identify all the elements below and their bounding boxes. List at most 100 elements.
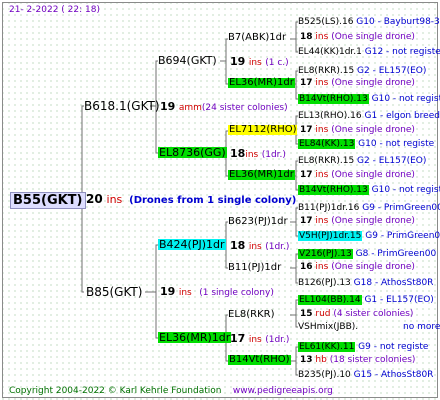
gen5-name: B11(PJ)1dr.16 bbox=[298, 203, 360, 213]
dam-ins: ins bbox=[178, 288, 192, 298]
ins-label: ins bbox=[245, 150, 259, 160]
gen5-name: EL13(RHO).16 bbox=[298, 111, 362, 121]
gen5-item[interactable]: B14Vt(RHO).13 G10 - not registe bbox=[298, 185, 440, 195]
dam-node[interactable]: B85(GKT) bbox=[86, 286, 142, 298]
gen-number: 18 bbox=[230, 239, 246, 252]
gen5-item[interactable]: B126(PJ).13 G18 - AthosSt80R bbox=[298, 279, 433, 288]
gen5-note: no more bbox=[403, 322, 440, 332]
gen5-note: G1 - EL157(EO) bbox=[364, 295, 434, 305]
dam-gen: 19 bbox=[160, 285, 176, 298]
gen-number: 18 bbox=[230, 147, 246, 160]
dam-gen-info: 19 ins (1 single colony) bbox=[160, 286, 274, 298]
ins-label: ins bbox=[315, 170, 329, 180]
sire-node[interactable]: B618.1(GKT) bbox=[84, 100, 160, 112]
gen5-name: EL84(KK).13 bbox=[298, 139, 356, 149]
gen5-item[interactable]: B14Vt(RHO).13 G10 - not registe bbox=[298, 94, 440, 104]
gen5-name: V5H(PJ)1dr.15 bbox=[298, 231, 363, 241]
ins-label: ins bbox=[248, 242, 262, 252]
gen4-info: 16 ins (One single drone) bbox=[300, 263, 415, 272]
gen5-name: EL8(RKR).15 bbox=[298, 156, 355, 166]
gen5-note: G2 - EL157(EO) bbox=[357, 66, 427, 76]
gen5-note: G18 - AthosSt80R bbox=[353, 278, 434, 288]
gen3-info: 17 ins (1dr.) bbox=[230, 333, 289, 345]
ins-label: ins bbox=[315, 125, 329, 135]
gen4-node[interactable]: EL36(MR)1dr bbox=[228, 170, 295, 180]
sire-amm: amm bbox=[178, 103, 202, 113]
colony-note: (One single drone) bbox=[331, 216, 415, 226]
colony-note: (1dr.) bbox=[261, 150, 286, 160]
gen5-item[interactable]: EL8(RKR).15 G2 - EL157(EO) bbox=[298, 67, 426, 76]
gen3-node[interactable]: B424(PJ)1dr bbox=[158, 239, 226, 250]
gen5-name: B235(PJ).10 bbox=[298, 370, 351, 380]
gen3-node[interactable]: EL8736(GG) bbox=[158, 147, 227, 158]
gen5-item[interactable]: B235(PJ).10 G15 - AthosSt80R bbox=[298, 371, 433, 380]
gen4-node[interactable]: B11(PJ)1dr bbox=[228, 263, 281, 273]
gen5-name: V216(PJ).13 bbox=[298, 249, 353, 259]
gen5-note: G9 - PrimGreen00 bbox=[362, 203, 440, 213]
gen5-item[interactable]: V216(PJ).13 G8 - PrimGreen00 bbox=[298, 249, 436, 259]
gen-number: 15 bbox=[300, 309, 313, 319]
gen5-note: G9 - not registe bbox=[358, 342, 429, 352]
gen4-info: 17 ins (One single drone) bbox=[300, 126, 415, 135]
gen5-item[interactable]: EL44(KK)1dr.1 G12 - not registe bbox=[298, 48, 440, 57]
gen5-name: EL44(KK)1dr.1 bbox=[298, 47, 362, 57]
gen5-name: B14Vt(RHO).13 bbox=[298, 94, 369, 104]
gen-number: 18 bbox=[300, 32, 313, 42]
gen5-item[interactable]: EL104(BB).14 G1 - EL157(EO) bbox=[298, 295, 434, 305]
gen5-note: G10 - Bayburt98-3 bbox=[356, 17, 440, 27]
gen5-name: EL61(KK).11 bbox=[298, 342, 356, 352]
copyright: Copyright 2004-2022 © Karl Kehrle Founda… bbox=[9, 387, 333, 396]
gen5-item[interactable]: VSHmix(JBB). no more bbox=[298, 323, 440, 332]
gen4-node[interactable]: B14Vt(RHO) bbox=[228, 355, 291, 365]
colony-note: (4 sister colonies) bbox=[333, 309, 414, 319]
gen5-note: G10 - not registe bbox=[371, 94, 440, 104]
root-gen: 20 bbox=[86, 192, 103, 206]
gen5-name: EL104(BB).14 bbox=[298, 295, 362, 305]
ins-label: ins bbox=[315, 262, 329, 272]
gen4-node[interactable]: B623(PJ)1dr bbox=[228, 217, 288, 227]
sire-note: (24 sister colonies) bbox=[201, 103, 288, 113]
ins-label: ins bbox=[248, 58, 262, 68]
gen4-node[interactable]: EL8(RKR) bbox=[228, 310, 275, 320]
gen5-note: G12 - not registe bbox=[364, 47, 440, 57]
dam-note: (1 single colony) bbox=[199, 288, 274, 298]
site-link[interactable]: www.pedigreeapis.org bbox=[233, 386, 333, 396]
gen5-note: G10 - not registe bbox=[371, 185, 440, 195]
gen4-info: 18 ins (One single drone) bbox=[300, 33, 415, 42]
colony-note: (One single drone) bbox=[331, 78, 415, 88]
colony-note: (One single drone) bbox=[331, 125, 415, 135]
gen4-info: 17 ins (One single drone) bbox=[300, 79, 415, 88]
ins-label: hb bbox=[315, 355, 327, 365]
root-node[interactable]: B55(GKT) bbox=[10, 192, 86, 209]
gen5-item[interactable]: V5H(PJ)1dr.15 G9 - PrimGreen00 bbox=[298, 231, 440, 241]
gen5-item[interactable]: EL8(RKR).15 G2 - EL157(EO) bbox=[298, 157, 426, 166]
root-gen-info: 20 ins (Drones from 1 single colony) bbox=[86, 193, 296, 206]
gen4-node[interactable]: EL36(MR)1dr bbox=[228, 78, 295, 88]
gen4-info: 13 hb (18 sister colonies) bbox=[300, 356, 415, 365]
gen5-note: G1 - elgon breed bbox=[364, 111, 440, 121]
gen5-item[interactable]: EL13(RHO).16 G1 - elgon breed bbox=[298, 112, 440, 121]
date-stamp: 21- 2-2022 ( 22: 18) bbox=[9, 5, 100, 15]
gen5-name: B126(PJ).13 bbox=[298, 278, 351, 288]
colony-note: (18 sister colonies) bbox=[329, 355, 416, 365]
ins-label: rud bbox=[315, 309, 331, 319]
gen3-node[interactable]: B694(GKT) bbox=[158, 55, 217, 66]
gen5-note: G2 - EL157(EO) bbox=[357, 156, 427, 166]
gen5-item[interactable]: EL84(KK).13 G10 - not registe bbox=[298, 139, 434, 149]
root-note: (Drones from 1 single colony) bbox=[129, 195, 297, 206]
colony-note: (One single drone) bbox=[331, 170, 415, 180]
ins-label: ins bbox=[248, 335, 262, 345]
gen4-node[interactable]: B7(ABK)1dr bbox=[228, 33, 286, 43]
pedigree-canvas: { "header": {"date": "21- 2-2022 ( 22: 1… bbox=[0, 0, 440, 400]
gen5-item[interactable]: B525(LS).16 G10 - Bayburt98-3 bbox=[298, 18, 440, 27]
gen4-info: 17 ins (One single drone) bbox=[300, 217, 415, 226]
gen5-item[interactable]: B11(PJ)1dr.16 G9 - PrimGreen00 bbox=[298, 204, 440, 213]
colony-note: (1dr.) bbox=[265, 242, 290, 252]
ins-label: ins bbox=[315, 216, 329, 226]
gen3-info: 19 ins (1 c.) bbox=[230, 56, 289, 68]
gen3-info: 18ins (1dr.) bbox=[230, 148, 286, 160]
gen4-node[interactable]: EL7112(RHO) bbox=[228, 125, 298, 135]
gen-number: 19 bbox=[230, 55, 246, 68]
gen5-item[interactable]: EL61(KK).11 G9 - not registe bbox=[298, 342, 429, 352]
gen3-node[interactable]: EL36(MR)1dr bbox=[158, 332, 232, 343]
